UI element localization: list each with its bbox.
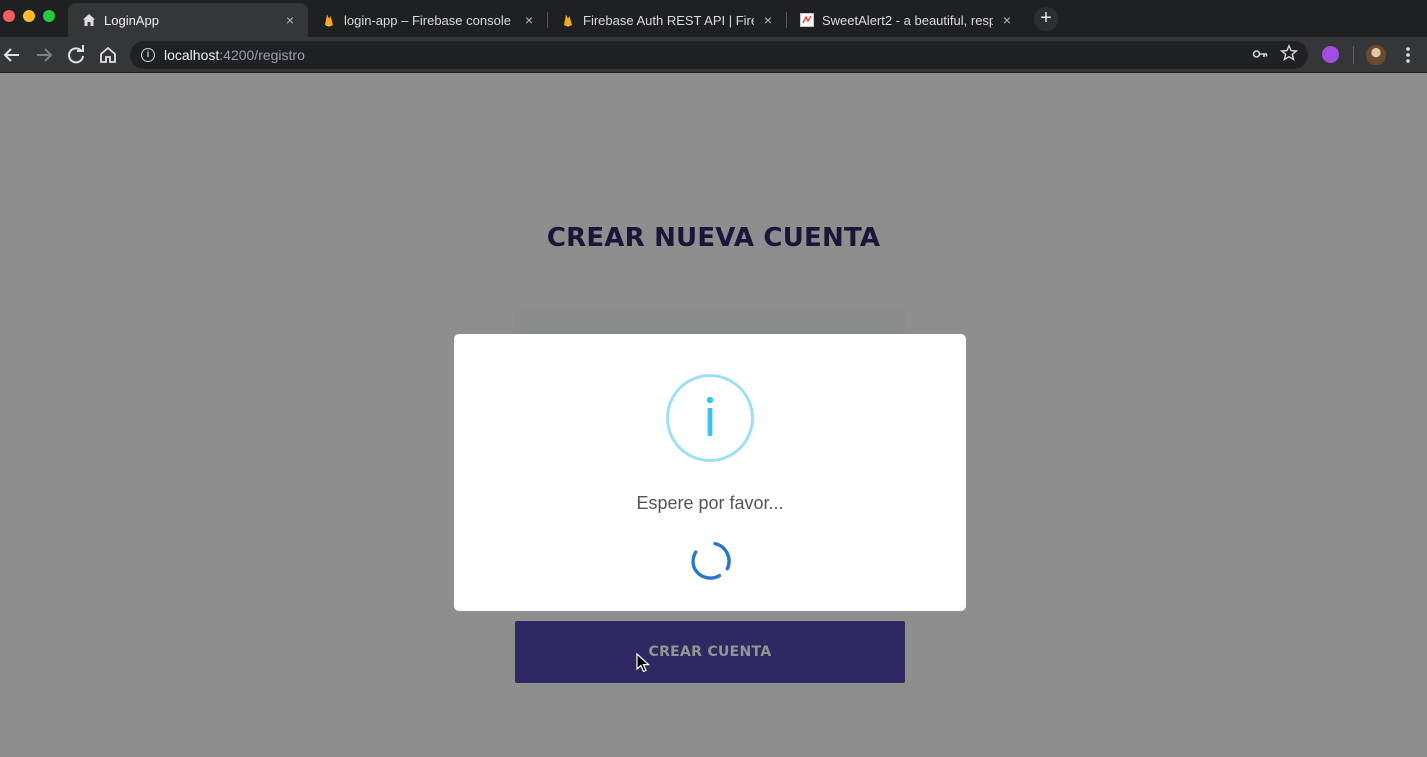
profile-avatar[interactable] — [1366, 45, 1386, 65]
tab-close-icon[interactable]: × — [999, 12, 1015, 28]
window-zoom-button[interactable] — [43, 10, 55, 22]
extension-icon[interactable] — [1322, 46, 1339, 63]
firebase-icon — [561, 13, 575, 27]
toolbar-separator — [1353, 46, 1354, 64]
reload-icon[interactable] — [64, 43, 88, 67]
address-bar[interactable]: i localhost:4200/registro — [130, 41, 1308, 69]
tab-close-icon[interactable]: × — [521, 12, 537, 28]
tab-title: Firebase Auth REST API | Fire — [583, 12, 754, 28]
bookmark-star-icon[interactable] — [1279, 44, 1299, 67]
url-host: localhost — [164, 47, 220, 63]
home-button-icon[interactable] — [96, 43, 120, 67]
info-icon — [666, 374, 754, 462]
tab-sweetalert2[interactable]: SweetAlert2 - a beautiful, resp × — [786, 3, 1025, 37]
tab-title: SweetAlert2 - a beautiful, resp — [822, 12, 993, 28]
sweetalert-icon — [800, 13, 814, 27]
tab-close-icon[interactable]: × — [760, 12, 776, 28]
key-icon[interactable] — [1252, 46, 1268, 65]
tab-firebase-console[interactable]: login-app – Firebase console × — [308, 3, 547, 37]
tab-strip: LoginApp × login-app – Firebase console … — [0, 0, 1427, 37]
home-icon — [82, 13, 96, 27]
tab-close-icon[interactable]: × — [282, 12, 298, 28]
back-icon[interactable] — [0, 43, 24, 67]
tab-loginapp[interactable]: LoginApp × — [68, 3, 308, 37]
new-tab-button[interactable]: + — [1034, 7, 1058, 31]
loading-spinner — [689, 539, 733, 583]
site-info-icon[interactable]: i — [141, 48, 155, 62]
tab-firebase-auth-api[interactable]: Firebase Auth REST API | Fire × — [547, 3, 786, 37]
window-close-button[interactable] — [3, 10, 15, 22]
firebase-icon — [322, 13, 336, 27]
tab-title: login-app – Firebase console — [344, 12, 511, 28]
browser-toolbar: i localhost:4200/registro — [0, 37, 1427, 73]
url-path: :4200/registro — [219, 47, 305, 63]
loading-dialog: Espere por favor... — [454, 334, 966, 611]
window-minimize-button[interactable] — [23, 10, 35, 22]
mouse-cursor-icon — [636, 652, 651, 673]
tab-title: LoginApp — [104, 12, 159, 28]
dialog-message: Espere por favor... — [636, 493, 784, 513]
forward-icon[interactable] — [32, 43, 56, 67]
browser-menu-icon[interactable] — [1400, 43, 1416, 67]
